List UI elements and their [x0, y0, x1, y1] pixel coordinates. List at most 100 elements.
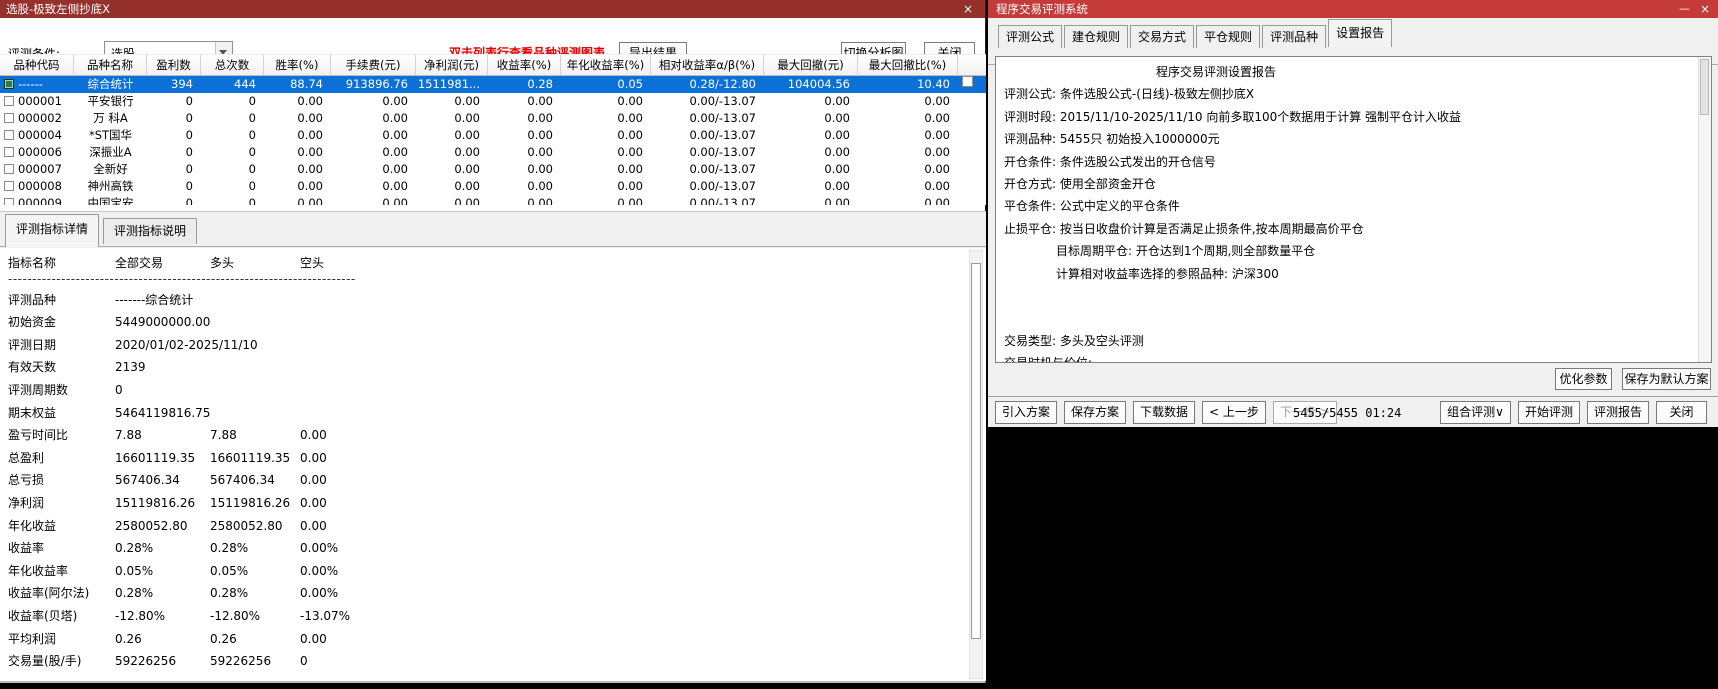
stat-label: 收益率	[0, 537, 115, 560]
stats-row: 收益率(阿尔法) 0.28% 0.28% 0.00%	[0, 582, 960, 605]
table-row[interactable]: 000006 深振业A 0 0 0.00 0.00 0.00 0.00 0.00…	[0, 144, 986, 161]
column-header[interactable]: 总次数	[201, 54, 264, 76]
row-filler	[958, 195, 986, 205]
win-rate-cell: 0.00	[264, 161, 331, 178]
select-all-checkbox[interactable]	[962, 76, 973, 87]
table-row[interactable]: 000008 神州高铁 0 0 0.00 0.00 0.00 0.00 0.00…	[0, 178, 986, 195]
stat-all-trades: 0	[115, 379, 210, 402]
return-rate-cell: 0.28	[488, 76, 561, 93]
column-header[interactable]: 年化收益率(%)	[561, 54, 651, 76]
table-row[interactable]: 000002 万 科A 0 0 0.00 0.00 0.00 0.00 0.00…	[0, 110, 986, 127]
column-header[interactable]: 品种名称	[74, 54, 147, 76]
total-count-cell: 0	[201, 93, 264, 110]
tab-indicator-description[interactable]: 评测指标说明	[103, 218, 197, 244]
table-row[interactable]: 000009 中国宝安 0 0 0.00 0.00 0.00 0.00 0.00…	[0, 195, 986, 205]
column-header[interactable]: 净利润(元)	[416, 54, 488, 76]
table-row[interactable]: 000007 全新好 0 0 0.00 0.00 0.00 0.00 0.00 …	[0, 161, 986, 178]
total-count-cell: 0	[201, 195, 264, 205]
report-line: 平仓条件: 公式中定义的平仓条件	[996, 195, 1686, 217]
stat-label: 收益率(贝塔)	[0, 605, 115, 628]
stat-long	[258, 334, 348, 357]
report-line: 开仓条件: 条件选股公式发出的开仓信号	[996, 151, 1686, 173]
annualized-return-cell: 0.00	[561, 178, 651, 195]
footer-button[interactable]: 组合评测∨	[1440, 401, 1511, 424]
symbol-code-cell: ------	[0, 76, 74, 93]
stats-header-all: 全部交易	[115, 252, 210, 271]
stat-long	[210, 311, 300, 334]
column-header[interactable]: 手续费(元)	[331, 54, 416, 76]
column-header[interactable]: 相对收益率α/β(%)	[651, 54, 764, 76]
win-count-cell: 0	[147, 93, 201, 110]
annualized-return-cell: 0.05	[561, 76, 651, 93]
settings-tab[interactable]: 评测品种	[1262, 25, 1326, 48]
stat-all-trades: 2580052.80	[115, 515, 210, 538]
minimize-icon[interactable]: —	[1679, 0, 1690, 18]
settings-tab[interactable]: 平仓规则	[1196, 25, 1260, 48]
save-as-default-button[interactable]: 保存为默认方案	[1622, 368, 1711, 390]
footer-button[interactable]: 开始评测	[1518, 401, 1580, 424]
stat-label: 年化收益	[0, 515, 115, 538]
report-line: 计算相对收益率选择的参照品种: 沪深300	[996, 263, 1686, 285]
settings-tab[interactable]: 交易方式	[1130, 25, 1194, 48]
settings-tab[interactable]: 设置报告	[1328, 19, 1392, 47]
max-drawdown-pct-cell: 0.00	[858, 178, 958, 195]
footer-button[interactable]: 引入方案	[995, 401, 1057, 424]
stat-long: 567406.34	[210, 469, 300, 492]
footer-button[interactable]: 关闭	[1656, 401, 1707, 424]
win-count-cell: 0	[147, 144, 201, 161]
stat-long: 0.05%	[210, 560, 300, 583]
row-type-icon	[4, 198, 14, 205]
stat-short: 0.00	[300, 492, 960, 515]
stats-scrollbar-thumb[interactable]	[971, 263, 981, 639]
max-drawdown-pct-cell: 0.00	[858, 144, 958, 161]
column-header[interactable]: 最大回撤(元)	[764, 54, 858, 76]
table-row[interactable]: ------ 综合统计 394 444 88.74 913896.76 1511…	[0, 76, 986, 93]
close-icon[interactable]: ×	[1700, 0, 1710, 18]
stock-picker-window: 选股-极致左侧抄底X × 评测条件: 选股 双击列表行查看品种评测图表 导出结果…	[0, 0, 986, 683]
backtest-system-window: 程序交易评测系统 — × 评测公式建仓规则交易方式平仓规则评测品种设置报告 程序…	[988, 0, 1718, 427]
column-header[interactable]: 胜率(%)	[264, 54, 331, 76]
max-drawdown-pct-cell: 0.00	[858, 127, 958, 144]
row-filler	[958, 161, 986, 178]
net-profit-cell: 0.00	[416, 178, 488, 195]
stat-long: 59226256	[210, 650, 300, 673]
stat-label: 有效天数	[0, 356, 115, 379]
stats-row: 收益率 0.28% 0.28% 0.00%	[0, 537, 960, 560]
annualized-return-cell: 0.00	[561, 161, 651, 178]
settings-tabrow: 评测公式建仓规则交易方式平仓规则评测品种设置报告	[988, 18, 1718, 48]
column-header[interactable]: 最大回撤比(%)	[858, 54, 958, 76]
column-header[interactable]: 品种代码	[0, 54, 74, 76]
footer-button[interactable]: 下载数据	[1133, 401, 1195, 424]
stat-all-trades: 0.28%	[115, 537, 210, 560]
return-rate-cell: 0.00	[488, 110, 561, 127]
footer-button[interactable]: 保存方案	[1064, 401, 1126, 424]
stat-short: 0.00	[300, 447, 960, 470]
footer-button[interactable]: 评测报告	[1587, 401, 1649, 424]
column-header[interactable]: 盈利数	[147, 54, 201, 76]
optimize-params-button[interactable]: 优化参数	[1555, 368, 1612, 390]
report-scrollbar-thumb[interactable]	[1700, 59, 1709, 115]
column-header[interactable]: 收益率(%)	[488, 54, 561, 76]
table-row[interactable]: 000001 平安银行 0 0 0.00 0.00 0.00 0.00 0.00…	[0, 93, 986, 110]
net-profit-cell: 0.00	[416, 93, 488, 110]
settings-tab[interactable]: 建仓规则	[1064, 25, 1128, 48]
progress-status: 5455/5455 01:24	[1293, 406, 1401, 420]
close-icon[interactable]: ×	[960, 0, 976, 18]
tab-indicator-details[interactable]: 评测指标详情	[5, 214, 99, 247]
fees-cell: 0.00	[331, 144, 416, 161]
annualized-return-cell: 0.00	[561, 93, 651, 110]
settings-tab[interactable]: 评测公式	[998, 25, 1062, 48]
footer-button[interactable]: < 上一步	[1202, 401, 1266, 424]
left-window-titlebar[interactable]: 选股-极致左侧抄底X ×	[0, 0, 985, 18]
stats-rows: 评测品种 -------综合统计 初始资金 5449000000.00 评测	[0, 289, 986, 673]
stats-scrollbar[interactable]	[969, 250, 983, 679]
report-line: 交易时机与价位:	[996, 352, 1686, 363]
right-window-titlebar[interactable]: 程序交易评测系统 — ×	[988, 0, 1718, 18]
report-scrollbar[interactable]	[1698, 57, 1711, 362]
table-row[interactable]: 000004 *ST国华 0 0 0.00 0.00 0.00 0.00 0.0…	[0, 127, 986, 144]
return-rate-cell: 0.00	[488, 195, 561, 205]
right-window-title: 程序交易评测系统	[996, 2, 1088, 16]
fees-cell: 0.00	[331, 195, 416, 205]
alpha-beta-cell: 0.00/-13.07	[651, 127, 764, 144]
stat-short	[300, 402, 960, 425]
